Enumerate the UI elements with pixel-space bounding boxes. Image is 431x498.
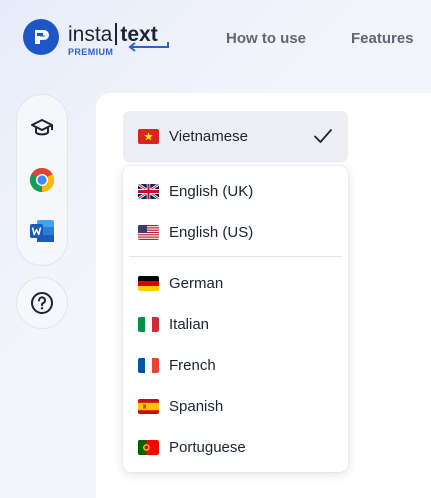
- language-option-italian[interactable]: Italian: [123, 306, 348, 342]
- logo-mark-icon: [23, 19, 59, 55]
- vietnam-flag-icon: [138, 129, 159, 144]
- side-toolbar: [16, 94, 68, 266]
- instatext-logo[interactable]: insta text PREMIUM: [23, 19, 169, 59]
- us-flag-icon: [138, 224, 159, 240]
- italy-flag-icon: [138, 316, 159, 332]
- nav-features[interactable]: Features: [351, 30, 414, 47]
- language-option-label: English (UK): [169, 182, 254, 200]
- graduation-cap-icon: [31, 119, 53, 136]
- logo-text: insta text PREMIUM: [68, 19, 169, 59]
- logo-premium-badge: PREMIUM: [68, 47, 114, 57]
- language-option-portuguese[interactable]: Portuguese: [123, 429, 348, 465]
- sidebar-item-word[interactable]: [17, 214, 67, 248]
- language-dropdown: English (UK) English (US) German Italian…: [123, 166, 348, 472]
- language-option-label: Spanish: [169, 397, 224, 415]
- uk-flag-icon: [138, 183, 159, 199]
- logo-word-insta: insta: [68, 23, 113, 46]
- dropdown-divider: [129, 256, 342, 257]
- sidebar-item-chrome[interactable]: [17, 163, 67, 197]
- language-option-label: German: [169, 274, 224, 292]
- germany-flag-icon: [138, 275, 159, 291]
- sidebar-item-learn[interactable]: [17, 111, 67, 145]
- checkmark-icon: [314, 129, 332, 143]
- logo-arrow-icon: [128, 42, 169, 52]
- question-circle-icon: [31, 292, 53, 314]
- language-option-english-us[interactable]: English (US): [123, 214, 348, 250]
- language-option-spanish[interactable]: Spanish: [123, 388, 348, 424]
- logo-separator: [115, 23, 118, 45]
- language-select-current[interactable]: Vietnamese: [123, 111, 348, 162]
- help-button[interactable]: [16, 277, 68, 329]
- spain-flag-icon: [138, 398, 159, 414]
- france-flag-icon: [138, 357, 159, 373]
- page: insta text PREMIUM How to use Features V…: [0, 0, 431, 498]
- selected-language-label: Vietnamese: [169, 128, 248, 145]
- language-option-german[interactable]: German: [123, 265, 348, 301]
- nav-how-to-use[interactable]: How to use: [226, 30, 306, 47]
- language-option-label: Portuguese: [169, 438, 246, 456]
- language-option-label: Italian: [169, 315, 210, 333]
- chrome-icon: [29, 167, 55, 192]
- word-icon: [30, 220, 54, 242]
- language-option-label: English (US): [169, 223, 254, 241]
- portugal-flag-icon: [138, 439, 159, 455]
- language-option-french[interactable]: French: [123, 347, 348, 383]
- language-option-english-uk[interactable]: English (UK): [123, 173, 348, 209]
- language-option-label: French: [169, 356, 216, 374]
